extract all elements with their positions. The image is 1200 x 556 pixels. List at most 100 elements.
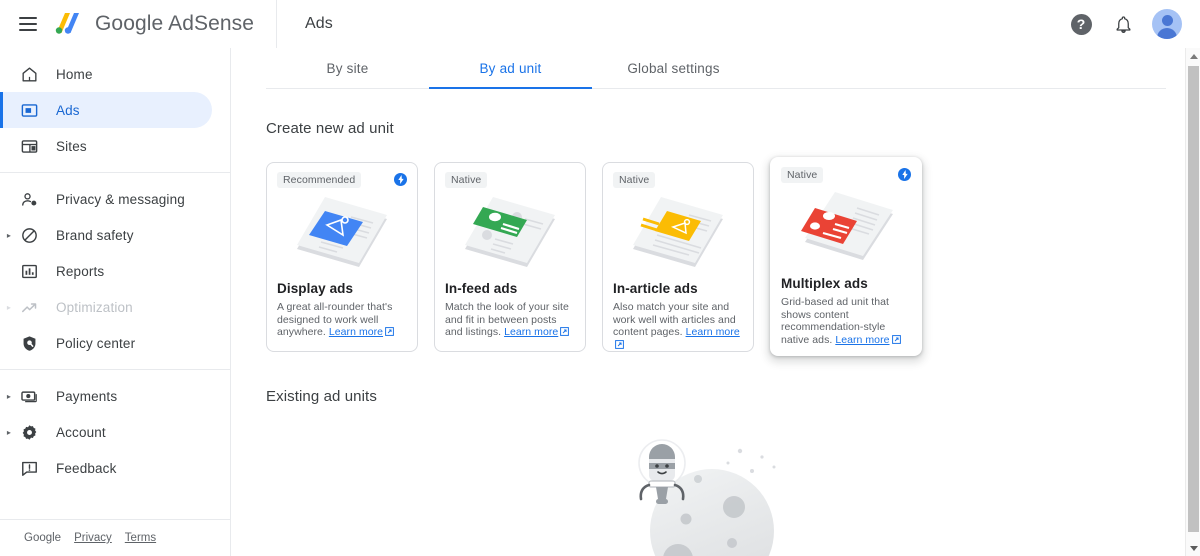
- expand-arrow-icon[interactable]: ▸: [2, 392, 16, 401]
- sidebar-item-policy-center[interactable]: ▸ Policy center: [0, 325, 212, 361]
- card-slot: Native: [602, 157, 770, 357]
- sidebar-item-label: Sites: [56, 138, 87, 154]
- adsense-logo-icon: [52, 11, 86, 37]
- external-link-icon[interactable]: [615, 339, 624, 353]
- card-header: Native: [781, 167, 911, 184]
- expand-arrow-icon: ▸: [2, 464, 16, 473]
- learn-more-label: Learn more: [328, 326, 384, 338]
- sidebar: ▸ Home ▸ Ads ▸: [0, 48, 231, 556]
- tab-bar: By site By ad unit Global settings: [231, 48, 1200, 89]
- create-ad-unit-heading: Create new ad unit: [266, 120, 394, 137]
- footer-company: Google: [24, 532, 62, 544]
- sidebar-footer: Google Privacy Terms: [0, 519, 230, 556]
- sidebar-item-feedback[interactable]: ▸ Feedback: [0, 450, 212, 486]
- sidebar-group-primary: ▸ Home ▸ Ads ▸: [0, 56, 230, 164]
- sidebar-item-ads[interactable]: ▸ Ads: [0, 92, 212, 128]
- existing-ad-units-heading: Existing ad units: [266, 388, 377, 405]
- tab-label: By site: [326, 61, 369, 76]
- brand-logo-group[interactable]: Google AdSense: [52, 11, 254, 37]
- scroll-up-arrow-icon[interactable]: [1186, 48, 1200, 64]
- learn-more-link[interactable]: Learn more: [504, 326, 558, 338]
- sidebar-item-payments[interactable]: ▸ Payments: [0, 378, 212, 414]
- expand-arrow-icon: ▸: [2, 339, 16, 348]
- sidebar-item-label: Policy center: [56, 335, 136, 351]
- learn-more-label: Learn more: [504, 326, 559, 338]
- expand-arrow-icon: ▸: [2, 70, 16, 79]
- sidebar-item-label: Feedback: [56, 460, 117, 476]
- card-description: Match the look of your site and fit in b…: [445, 301, 575, 340]
- sidebar-item-label: Optimization: [56, 299, 133, 315]
- sidebar-item-privacy-messaging[interactable]: ▸ Privacy & messaging: [0, 181, 212, 217]
- sidebar-item-sites[interactable]: ▸ Sites: [0, 128, 212, 164]
- sidebar-item-label: Payments: [56, 388, 118, 404]
- tab-label: Global settings: [627, 61, 720, 76]
- sidebar-item-reports[interactable]: ▸ Reports: [0, 253, 212, 289]
- help-icon: ?: [1070, 13, 1092, 35]
- astronaut-on-moon-illustration: [616, 433, 816, 556]
- avatar[interactable]: [1152, 9, 1182, 39]
- card-description: A great all-rounder that's designed to w…: [277, 301, 407, 340]
- expand-arrow-icon: ▸: [2, 142, 16, 151]
- sidebar-item-label: Home: [56, 66, 93, 82]
- sidebar-item-label: Privacy & messaging: [56, 191, 185, 207]
- feedback-icon: [18, 457, 40, 479]
- external-link-icon[interactable]: [891, 334, 901, 348]
- expand-arrow-icon[interactable]: ▸: [2, 231, 16, 240]
- sidebar-divider: [0, 172, 230, 173]
- expand-arrow-icon: ▸: [2, 195, 16, 204]
- scrollbar-thumb[interactable]: [1188, 66, 1199, 532]
- learn-more-link[interactable]: Learn more: [686, 326, 740, 338]
- learn-more-link[interactable]: Learn more: [329, 326, 383, 338]
- learn-more-link[interactable]: Learn more: [835, 334, 889, 346]
- card-badge: Native: [445, 172, 488, 188]
- ad-unit-card-display-ads[interactable]: Recommended Display ads A great all-roun…: [266, 162, 418, 352]
- sidebar-item-home[interactable]: ▸ Home: [0, 56, 212, 92]
- in-article-ads-illustration: [613, 191, 743, 277]
- sidebar-item-label: Account: [56, 424, 106, 440]
- block-icon: [18, 224, 40, 246]
- ad-unit-card-in-article-ads[interactable]: Native In-article ads Also match your si…: [602, 162, 754, 352]
- brand-name: Google AdSense: [95, 12, 255, 35]
- expand-arrow-icon: ▸: [6, 302, 12, 312]
- help-button[interactable]: ?: [1068, 11, 1094, 37]
- tab-global-settings[interactable]: Global settings: [592, 48, 755, 89]
- footer-privacy-link[interactable]: Privacy: [74, 532, 112, 544]
- ad-unit-card-multiplex-ads[interactable]: Native Multiplex ads Grid-based ad unit …: [770, 157, 922, 356]
- card-header: Native: [445, 172, 575, 189]
- card-description: Also match your site and work well with …: [613, 301, 743, 352]
- bolt-icon: [898, 168, 911, 181]
- shield-icon: [18, 332, 40, 354]
- scroll-down-arrow-icon[interactable]: [1186, 540, 1200, 556]
- card-title: In-article ads: [613, 281, 698, 296]
- sidebar-item-account[interactable]: ▸ Account: [0, 414, 212, 450]
- tab-by-ad-unit[interactable]: By ad unit: [429, 48, 592, 89]
- in-feed-ads-illustration: [445, 191, 575, 277]
- card-slot: Recommended Display ads A great all-roun…: [266, 157, 434, 357]
- external-link-icon[interactable]: [560, 327, 570, 340]
- notifications-button[interactable]: [1110, 11, 1136, 37]
- footer-terms-link[interactable]: Terms: [125, 532, 156, 544]
- learn-more-label: Learn more: [685, 326, 740, 338]
- external-link-icon[interactable]: [385, 327, 394, 340]
- display-ads-illustration: [277, 191, 407, 277]
- sidebar-item-label: Brand safety: [56, 227, 134, 243]
- learn-more-label: Learn more: [835, 333, 890, 346]
- card-description: Grid-based ad unit that shows content re…: [781, 296, 911, 347]
- sites-icon: [18, 135, 40, 157]
- vertical-scrollbar[interactable]: [1185, 48, 1200, 556]
- card-badge: Recommended: [277, 172, 362, 188]
- top-app-bar: Google AdSense Ads ?: [0, 0, 1200, 48]
- ad-unit-card-in-feed-ads[interactable]: Native In-feed ads Match the look of you…: [434, 162, 586, 352]
- trending-up-icon: [18, 296, 40, 318]
- topbar-divider: [276, 0, 278, 48]
- hamburger-menu-icon[interactable]: [16, 12, 40, 36]
- sidebar-item-label: Reports: [56, 263, 105, 279]
- empty-state: [266, 433, 1166, 556]
- ads-icon: [18, 99, 40, 121]
- sidebar-item-label: Ads: [56, 102, 80, 118]
- tab-by-site[interactable]: By site: [266, 48, 429, 89]
- money-icon: [18, 385, 40, 407]
- main-content: By site By ad unit Global settings Creat…: [231, 48, 1200, 556]
- expand-arrow-icon[interactable]: ▸: [2, 428, 16, 437]
- sidebar-item-brand-safety[interactable]: ▸ Brand safety: [0, 217, 212, 253]
